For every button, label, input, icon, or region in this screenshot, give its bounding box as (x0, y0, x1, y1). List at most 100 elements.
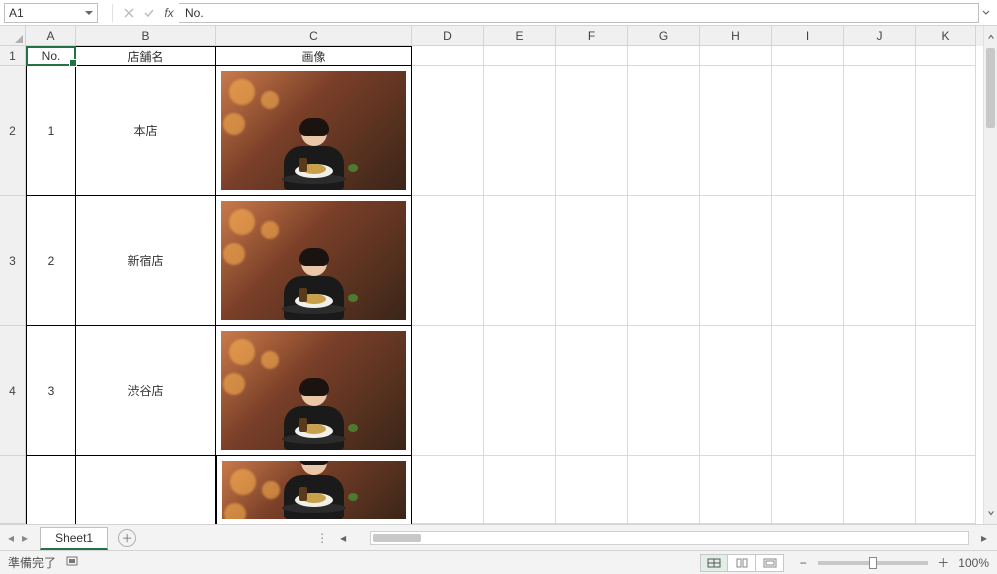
cells-area[interactable]: No.店舗名画像1本店2新宿店3渋谷店 (26, 46, 983, 524)
zoom-level-text[interactable]: 100% (958, 556, 989, 570)
cell-I3[interactable] (772, 196, 844, 326)
cell-G[interactable] (628, 456, 700, 524)
embedded-image[interactable] (221, 201, 406, 320)
cell-H2[interactable] (700, 66, 772, 196)
column-header-F[interactable]: F (556, 26, 628, 46)
sheet-nav-arrows[interactable]: ◂ ▸ (6, 531, 30, 545)
cell-D1[interactable] (412, 46, 484, 66)
row-header-2[interactable]: 2 (0, 66, 26, 196)
column-header-A[interactable]: A (26, 26, 76, 46)
column-header-K[interactable]: K (916, 26, 976, 46)
horizontal-scroll-thumb[interactable] (373, 534, 421, 542)
embedded-image[interactable] (221, 331, 406, 450)
row-header-r4[interactable] (0, 456, 26, 524)
row-header-4[interactable]: 4 (0, 326, 26, 456)
row-header-3[interactable]: 3 (0, 196, 26, 326)
tab-split-handle-icon[interactable]: ⋮ (316, 531, 330, 545)
cell-B3[interactable]: 新宿店 (76, 196, 216, 326)
cell-C3[interactable] (216, 196, 412, 326)
enter-formula-icon[interactable] (139, 3, 159, 23)
sheet-tab-sheet1[interactable]: Sheet1 (40, 527, 108, 550)
cell-F[interactable] (556, 456, 628, 524)
cell-K[interactable] (916, 456, 976, 524)
cell-F1[interactable] (556, 46, 628, 66)
vertical-scrollbar[interactable] (983, 26, 997, 524)
column-header-C[interactable]: C (216, 26, 412, 46)
cell-E4[interactable] (484, 326, 556, 456)
cell-K2[interactable] (916, 66, 976, 196)
cell-C2[interactable] (216, 66, 412, 196)
cell-J1[interactable] (844, 46, 916, 66)
cell-F4[interactable] (556, 326, 628, 456)
macro-record-icon[interactable] (66, 555, 80, 570)
cell-G2[interactable] (628, 66, 700, 196)
scroll-up-icon[interactable] (984, 30, 997, 44)
cell-A1[interactable]: No. (26, 46, 76, 66)
cell-J3[interactable] (844, 196, 916, 326)
cell-J[interactable] (844, 456, 916, 524)
embedded-image[interactable] (221, 71, 406, 190)
view-normal-button[interactable] (700, 554, 728, 572)
cell-G4[interactable] (628, 326, 700, 456)
cell-B1[interactable]: 店舗名 (76, 46, 216, 66)
cell-H1[interactable] (700, 46, 772, 66)
zoom-slider-knob[interactable] (869, 557, 877, 569)
cell-H[interactable] (700, 456, 772, 524)
cell-D[interactable] (412, 456, 484, 524)
add-sheet-button[interactable]: ＋ (118, 529, 136, 547)
hscroll-right-icon[interactable]: ▸ (977, 531, 991, 545)
embedded-image[interactable] (222, 461, 406, 519)
cell-F2[interactable] (556, 66, 628, 196)
cell-D4[interactable] (412, 326, 484, 456)
vertical-scroll-thumb[interactable] (986, 48, 995, 128)
cell-K3[interactable] (916, 196, 976, 326)
column-header-D[interactable]: D (412, 26, 484, 46)
view-page-break-button[interactable] (756, 554, 784, 572)
cell-G1[interactable] (628, 46, 700, 66)
cell-G3[interactable] (628, 196, 700, 326)
column-header-J[interactable]: J (844, 26, 916, 46)
zoom-out-button[interactable]: − (796, 556, 810, 570)
cell-E1[interactable] (484, 46, 556, 66)
name-box[interactable]: A1 (4, 3, 98, 23)
horizontal-scrollbar[interactable] (370, 531, 969, 545)
cancel-formula-icon[interactable] (119, 3, 139, 23)
cell-F3[interactable] (556, 196, 628, 326)
cell-J4[interactable] (844, 326, 916, 456)
column-header-B[interactable]: B (76, 26, 216, 46)
cell-A3[interactable]: 2 (26, 196, 76, 326)
cell-C4[interactable] (216, 326, 412, 456)
cell-D3[interactable] (412, 196, 484, 326)
scroll-down-icon[interactable] (984, 506, 997, 520)
hscroll-left-icon[interactable]: ◂ (336, 531, 350, 545)
formula-input[interactable]: No. (179, 3, 979, 23)
column-header-G[interactable]: G (628, 26, 700, 46)
column-header-H[interactable]: H (700, 26, 772, 46)
sheet-nav-next-icon[interactable]: ▸ (20, 531, 30, 545)
zoom-slider[interactable] (818, 561, 928, 565)
cell-C[interactable] (216, 456, 412, 524)
column-header-I[interactable]: I (772, 26, 844, 46)
row-header-1[interactable]: 1 (0, 46, 26, 66)
cell-B2[interactable]: 本店 (76, 66, 216, 196)
cell-A[interactable] (26, 456, 76, 524)
cell-K4[interactable] (916, 326, 976, 456)
select-all-corner[interactable] (0, 26, 26, 46)
cell-H4[interactable] (700, 326, 772, 456)
cell-K1[interactable] (916, 46, 976, 66)
cell-E2[interactable] (484, 66, 556, 196)
cell-D2[interactable] (412, 66, 484, 196)
column-header-E[interactable]: E (484, 26, 556, 46)
insert-function-icon[interactable]: fx (159, 3, 179, 23)
cell-H3[interactable] (700, 196, 772, 326)
cell-E3[interactable] (484, 196, 556, 326)
zoom-in-button[interactable]: ＋ (936, 554, 950, 571)
view-page-layout-button[interactable] (728, 554, 756, 572)
cell-J2[interactable] (844, 66, 916, 196)
expand-formula-bar-icon[interactable] (979, 8, 993, 18)
cell-I2[interactable] (772, 66, 844, 196)
cell-A4[interactable]: 3 (26, 326, 76, 456)
cell-I4[interactable] (772, 326, 844, 456)
cell-B[interactable] (76, 456, 216, 524)
cell-I[interactable] (772, 456, 844, 524)
